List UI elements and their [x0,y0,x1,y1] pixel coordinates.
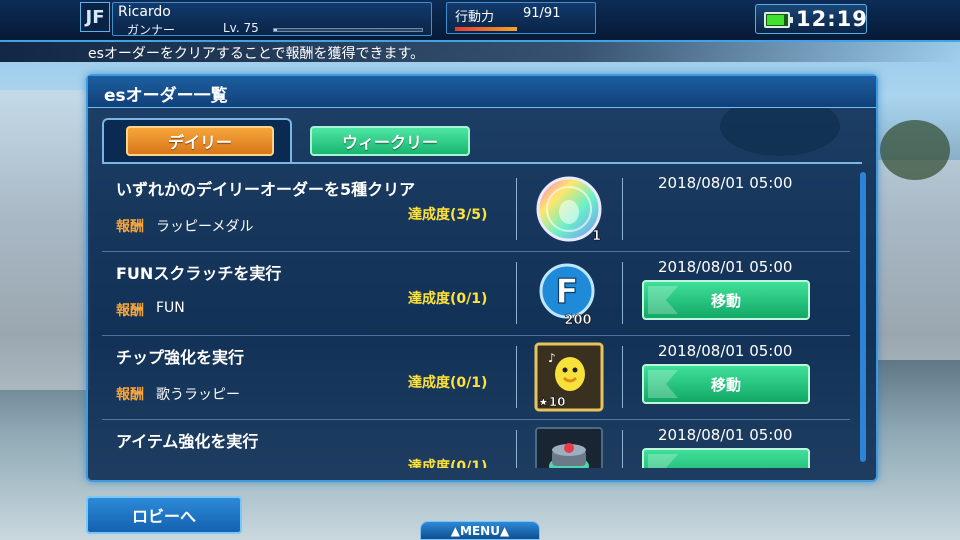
move-button-label: 移動 [710,375,741,394]
action-points-label: 行動力 [455,10,495,25]
item-capsule-icon [535,427,603,468]
reward-name: FUN [156,300,185,316]
move-button-emblem-icon [648,286,678,314]
clock-time: 12:19 [796,7,868,31]
move-button-emblem-icon [648,454,678,468]
order-deadline: 2018/08/01 05:00 [658,426,793,444]
battery-icon [764,12,793,28]
move-button-emblem-icon [648,370,678,398]
player-info-panel: Ricardo ガンナー Lv. 75 [112,2,432,37]
tab-weekly[interactable]: ウィークリー [310,126,470,156]
order-row: アイテム強化を実行 達成度(0/1) 2018/08/01 05:00 [102,420,850,468]
rappy-medal-icon: 1 [536,176,602,244]
row-divider [516,262,517,324]
order-progress: 達成度(0/1) [408,459,488,468]
row-divider [516,346,517,408]
reward-name: 歌うラッピー [156,387,240,403]
row-divider [622,178,623,240]
move-button-label: 移動 [710,291,741,310]
action-points-bar-fill [455,27,517,31]
panel-title: esオーダー一覧 [104,86,228,106]
row-divider [622,262,623,324]
order-title: アイテム強化を実行 [116,432,259,451]
hint-text: esオーダーをクリアすることで報酬を獲得できます。 [88,46,425,62]
order-progress: 達成度(0/1) [408,375,488,391]
move-button[interactable]: 移動 [642,364,810,404]
background-building-left [0,90,90,390]
reward-name: ラッピーメダル [156,219,254,235]
reward-label: 報酬 [116,303,144,319]
order-title: FUNスクラッチを実行 [116,264,282,283]
move-button[interactable] [642,448,810,468]
tab-bar: デイリー ウィークリー [88,108,876,166]
experience-bar [273,28,423,32]
clock-panel: 12:19 [755,4,867,34]
player-class: ガンナー [127,23,176,37]
order-title: いずれかのデイリーオーダーを5種クリア [116,180,416,199]
menu-button[interactable]: ▲MENU▲ [420,521,540,540]
top-status-bar: JF Ricardo ガンナー Lv. 75 行動力 91/91 12:19 [0,0,960,42]
tab-daily[interactable]: デイリー [126,126,274,156]
action-points-panel: 行動力 91/91 [446,2,596,34]
reward-label: 報酬 [116,219,144,235]
fun-points-icon: F 200 [539,263,595,328]
tab-underline [102,162,862,164]
order-deadline: 2018/08/01 05:00 [658,174,793,192]
panel-header: esオーダー一覧 [88,76,876,108]
move-button[interactable]: 移動 [642,280,810,320]
order-title: チップ強化を実行 [116,348,245,367]
reward-count: ★10 [538,395,565,409]
order-deadline: 2018/08/01 05:00 [658,258,793,276]
order-list[interactable]: いずれかのデイリーオーダーを5種クリア 報酬 ラッピーメダル 達成度(3/5) … [102,168,850,468]
game-logo-icon: JF [80,2,110,32]
row-divider [516,430,517,468]
order-progress: 達成度(0/1) [408,291,488,307]
row-divider [622,430,623,468]
list-scrollbar[interactable] [860,172,866,462]
player-name: Ricardo [118,4,171,20]
reward-count: 200 [564,313,591,328]
order-row: FUNスクラッチを実行 報酬 FUN 達成度(0/1) F 200 2018/0… [102,252,850,336]
player-level: Lv. 75 [223,21,259,35]
battery-level [767,15,784,25]
svg-text:♪: ♪ [548,351,556,365]
order-deadline: 2018/08/01 05:00 [658,342,793,360]
experience-bar-fill [274,29,277,31]
reward-label: 報酬 [116,387,144,403]
order-progress: 達成度(3/5) [408,207,488,223]
order-row: いずれかのデイリーオーダーを5種クリア 報酬 ラッピーメダル 達成度(3/5) … [102,168,850,252]
background-building-right [878,160,960,360]
scrollbar-thumb[interactable] [860,172,866,462]
es-order-list-panel: esオーダー一覧 デイリー ウィークリー いずれかのデイリーオーダーを5種クリア… [86,74,878,482]
back-to-lobby-button[interactable]: ロビーへ [86,496,242,534]
svg-text:F: F [555,272,578,312]
action-points-value: 91/91 [523,6,561,21]
action-points-bar [455,27,517,31]
background-palm-tree [880,120,950,180]
order-row: チップ強化を実行 報酬 歌うラッピー 達成度(0/1) ♪ ★10 2018/0… [102,336,850,420]
row-divider [516,178,517,240]
row-divider [622,346,623,408]
reward-count: 1 [592,229,601,244]
singing-rappy-chip-icon: ♪ ★10 [534,342,604,412]
hint-strip: esオーダーをクリアすることで報酬を獲得できます。 [0,42,960,62]
